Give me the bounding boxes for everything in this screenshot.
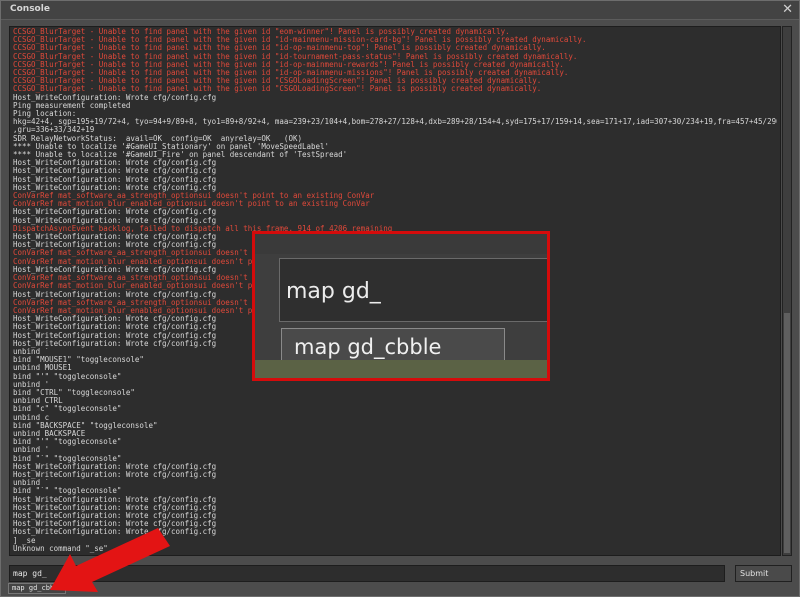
title-bar[interactable]: Console ✕ bbox=[1, 1, 799, 20]
log-line: unbind BACKSPACE bbox=[13, 429, 86, 438]
log-line: ConVarRef mat_software_aa_strength_optio… bbox=[13, 192, 375, 201]
log-line: CCSGO_BlurTarget - Unable to find panel … bbox=[13, 28, 510, 36]
log-line: ConVarRef mat_motion_blur_enabled_option… bbox=[13, 200, 370, 209]
log-line: Host_WriteConfiguration: Wrote cfg/confi… bbox=[13, 470, 217, 479]
log-line: CCSGO_BlurTarget - Unable to find panel … bbox=[13, 36, 587, 45]
log-line: CCSGO_BlurTarget - Unable to find panel … bbox=[13, 60, 564, 69]
log-line: Ping location: bbox=[13, 110, 77, 119]
window-title: Console bbox=[10, 4, 50, 14]
log-line: ,gru=336+33/342+19 bbox=[13, 126, 95, 135]
log-line: bind "CTRL" "toggleconsole" bbox=[13, 388, 135, 397]
log-line: Host_WriteConfiguration: Wrote cfg/confi… bbox=[13, 175, 217, 184]
log-line: bind "`" "toggleconsole" bbox=[13, 487, 122, 496]
log-scrollbar[interactable] bbox=[782, 26, 792, 556]
log-line: **** Unable to localize '#GameUI_Station… bbox=[13, 142, 330, 151]
log-line: CCSGO_BlurTarget - Unable to find panel … bbox=[13, 85, 542, 94]
log-line: Host_WriteConfiguration: Wrote cfg/confi… bbox=[13, 511, 217, 520]
log-line: unbind ` bbox=[13, 479, 50, 488]
zoom-background bbox=[255, 234, 547, 254]
log-line: Host_WriteConfiguration: Wrote cfg/confi… bbox=[13, 503, 217, 512]
log-line: Host_WriteConfiguration: Wrote cfg/confi… bbox=[13, 216, 217, 225]
log-line: bind "`" "toggleconsole" bbox=[13, 454, 122, 463]
log-line: Host_WriteConfiguration: Wrote cfg/confi… bbox=[13, 167, 217, 176]
log-line: CCSGO_BlurTarget - Unable to find panel … bbox=[13, 77, 542, 86]
log-line: SDR RelayNetworkStatus: avail=OK config=… bbox=[13, 134, 302, 143]
red-arrow-icon bbox=[50, 528, 170, 592]
log-line: unbind c bbox=[13, 413, 50, 422]
log-line: Host_WriteConfiguration: Wrote cfg/confi… bbox=[13, 462, 217, 471]
log-line: bind "BACKSPACE" "toggleconsole" bbox=[13, 421, 158, 430]
log-line: bind "'" "toggleconsole" bbox=[13, 438, 122, 447]
zoom-game-background bbox=[255, 360, 547, 378]
zoom-callout: map gd_ map gd_cbble bbox=[252, 231, 550, 381]
log-line: Host_WriteConfiguration: Wrote cfg/confi… bbox=[13, 93, 217, 102]
log-line: CCSGO_BlurTarget - Unable to find panel … bbox=[13, 69, 569, 78]
log-line: **** Unable to localize '#GameUI_Fire' o… bbox=[13, 151, 348, 160]
log-line: unbind ' bbox=[13, 380, 50, 389]
close-icon[interactable]: ✕ bbox=[782, 1, 793, 19]
log-line: unbind CTRL bbox=[13, 397, 63, 406]
log-line: Host_WriteConfiguration: Wrote cfg/confi… bbox=[13, 208, 217, 217]
log-line: Host_WriteConfiguration: Wrote cfg/confi… bbox=[13, 159, 217, 168]
submit-button[interactable]: Submit bbox=[735, 565, 792, 582]
zoom-suggestion-text: map gd_cbble bbox=[294, 335, 442, 359]
log-line: CCSGO_BlurTarget - Unable to find panel … bbox=[13, 52, 578, 61]
zoom-input-field: map gd_ bbox=[279, 258, 547, 322]
log-line: Host_WriteConfiguration: Wrote cfg/confi… bbox=[13, 183, 217, 192]
log-line: Host_WriteConfiguration: Wrote cfg/confi… bbox=[13, 495, 217, 504]
scrollbar-thumb[interactable] bbox=[784, 313, 790, 553]
log-line: CCSGO_BlurTarget - Unable to find panel … bbox=[13, 44, 546, 53]
log-line: bind "c" "toggleconsole" bbox=[13, 405, 122, 414]
log-line: hkg=42+4, sgp=195+19/72+4, tyo=94+9/89+8… bbox=[13, 118, 777, 127]
log-line: Ping measurement completed bbox=[13, 101, 131, 110]
log-line: unbind ' bbox=[13, 446, 50, 455]
zoom-input-text: map gd_ bbox=[286, 279, 381, 304]
